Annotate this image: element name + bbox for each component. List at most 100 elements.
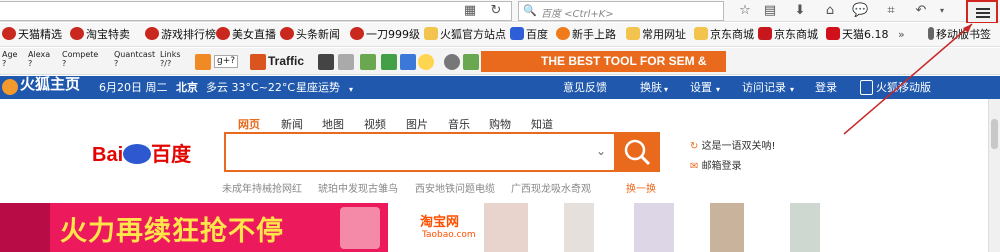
product-thumbnail[interactable] (710, 203, 744, 252)
promo-banner[interactable]: 火力再续狂抢不停 (0, 203, 388, 252)
product-thumbnail[interactable] (484, 203, 528, 252)
product-image (0, 203, 50, 252)
feedback-link[interactable]: 意见反馈 (563, 80, 607, 95)
tab-map[interactable]: 地图 (322, 116, 344, 132)
tab-news[interactable]: 新闻 (281, 116, 303, 132)
tab-music[interactable]: 音乐 (448, 116, 470, 132)
gear-green-icon[interactable] (381, 54, 397, 70)
login-link[interactable]: 登录 (815, 80, 837, 95)
url-bar[interactable]: ▦ ↻ (0, 1, 512, 21)
history-link[interactable]: 访问记录 (742, 80, 786, 95)
search-field[interactable]: ⌄ (224, 132, 616, 172)
hot-word[interactable]: 西安地铁问题电缆 (415, 180, 495, 195)
bookmark-live[interactable]: 美女直播 (216, 27, 276, 43)
mail-login-link[interactable]: ✉ 邮箱登录 (690, 157, 742, 172)
tab-zhidao[interactable]: 知道 (531, 116, 553, 132)
bookmark-star-icon[interactable]: ☆ (737, 3, 753, 19)
baidu-paw-icon (123, 144, 152, 164)
tmall-icon (2, 27, 16, 40)
links-metric[interactable]: Links ?/? (160, 50, 181, 68)
search-button[interactable] (614, 132, 660, 172)
qr-code-icon[interactable]: ▦ (462, 3, 478, 19)
wrench-icon[interactable] (318, 54, 334, 70)
bird-icon (216, 27, 230, 40)
settings-link[interactable]: 设置 (690, 80, 712, 95)
hot-word[interactable]: 广西现龙吸水奇观 (511, 180, 591, 195)
tmall-t-icon (826, 27, 840, 40)
firefox-logo-icon (2, 79, 18, 95)
bookmark-game-ranking[interactable]: 游戏排行榜 (145, 27, 216, 43)
compete-metric[interactable]: Compete? (62, 50, 98, 68)
reload-icon[interactable]: ↻ (488, 3, 504, 19)
navigation-toolbar: ▦ ↻ 🔍 百度 <Ctrl+K> ☆ ▤ ⬇ ⌂ 💬 ⌗ ↶ ▾ (0, 0, 1000, 24)
chart-icon[interactable] (250, 54, 266, 70)
gear-icon[interactable] (444, 54, 460, 70)
leaf-icon[interactable] (463, 54, 479, 70)
bird-icon (280, 27, 294, 40)
quantcast-metric[interactable]: Quantcast? (114, 50, 155, 68)
folder-icon (424, 27, 438, 40)
firefox-icon (556, 27, 570, 40)
gplus-metric[interactable]: g+? (214, 55, 239, 68)
taobao-logo[interactable]: 淘宝网 Taobao.com (414, 203, 478, 252)
rss-icon-2[interactable] (338, 54, 354, 70)
home-icon[interactable]: ⌂ (822, 3, 838, 19)
bookmark-taobao-sale[interactable]: 淘宝特卖 (70, 27, 130, 43)
rss-icon[interactable] (195, 54, 211, 70)
bird-icon (145, 27, 159, 40)
chevron-down-icon[interactable]: ▾ (349, 82, 353, 97)
chevron-down-icon[interactable]: ⌄ (596, 144, 606, 158)
tab-shopping[interactable]: 购物 (489, 116, 511, 132)
puzzle-icon[interactable] (360, 54, 376, 70)
age-metric[interactable]: Age? (2, 50, 17, 68)
bookmark-getting-started[interactable]: 新手上路 (556, 27, 616, 43)
notice-link[interactable]: ↻ 这是一语双关呐! (690, 137, 776, 152)
baidu-logo[interactable]: Bai 百度 (92, 138, 191, 167)
bird-icon (70, 27, 84, 40)
weather-label[interactable]: 多云 33°C~22°C (206, 80, 295, 95)
mail-icon: ✉ (690, 161, 702, 172)
search-input[interactable]: 🔍 百度 <Ctrl+K> (518, 1, 724, 21)
bookmark-tmall-select[interactable]: 天猫精选 (2, 27, 62, 43)
date-label: 6月20日 周二 (99, 81, 168, 94)
alexa-metric[interactable]: Alexa? (28, 50, 50, 68)
download-icon[interactable]: ⬇ (792, 3, 808, 19)
product-thumbnail[interactable] (790, 203, 820, 252)
horoscope-link[interactable]: 星座运势 (296, 80, 340, 95)
tab-web[interactable]: 网页 (238, 116, 260, 132)
bookmark-jd-2[interactable]: 京东商城 (758, 27, 818, 43)
scrollbar[interactable] (988, 99, 1000, 252)
bulb-icon[interactable] (418, 54, 434, 70)
chevron-down-icon: ▾ (716, 85, 721, 94)
tab-images[interactable]: 图片 (406, 116, 428, 132)
site-title[interactable]: 火狐主页 (20, 77, 80, 92)
city-label[interactable]: 北京 (176, 80, 198, 95)
bookmark-jd-1[interactable]: 京东商城 (694, 27, 754, 43)
chat-icon[interactable]: 💬 (852, 3, 868, 19)
jd-icon (758, 27, 772, 40)
annotation-arrow (843, 23, 973, 135)
traffic-label[interactable]: Traffic (268, 54, 304, 68)
undo-icon[interactable]: ↶ (913, 3, 929, 19)
refresh-hot-button[interactable]: 换一换 (626, 180, 656, 195)
product-image (340, 207, 380, 249)
globe-icon[interactable] (400, 54, 416, 70)
tab-video[interactable]: 视频 (364, 116, 386, 132)
product-thumbnail[interactable] (634, 203, 674, 252)
crop-icon[interactable]: ⌗ (883, 3, 899, 19)
bookmark-headlines[interactable]: 头条新闻 (280, 27, 340, 43)
skin-link[interactable]: 换肤 (640, 80, 662, 95)
sem-seo-banner[interactable]: THE BEST TOOL FOR SEM & SEO! (481, 51, 726, 89)
scrollbar-thumb[interactable] (991, 119, 998, 149)
hot-word[interactable]: 琥珀中发现古雏鸟 (318, 180, 398, 195)
bookmark-game-999[interactable]: 一刀999级 (350, 27, 420, 43)
bookmark-baidu[interactable]: 百度 (510, 27, 548, 43)
promo-headline: 火力再续狂抢不停 (60, 216, 284, 247)
reader-icon[interactable]: ▤ (762, 3, 778, 19)
chevron-down-icon[interactable]: ▾ (934, 3, 950, 19)
baidu-paw-icon (510, 27, 524, 40)
hot-word[interactable]: 未成年持械抢网红 (222, 180, 302, 195)
bookmark-firefox-sites[interactable]: 火狐官方站点 (424, 27, 506, 43)
bookmark-common-sites[interactable]: 常用网址 (626, 27, 686, 43)
product-thumbnail[interactable] (564, 203, 594, 252)
